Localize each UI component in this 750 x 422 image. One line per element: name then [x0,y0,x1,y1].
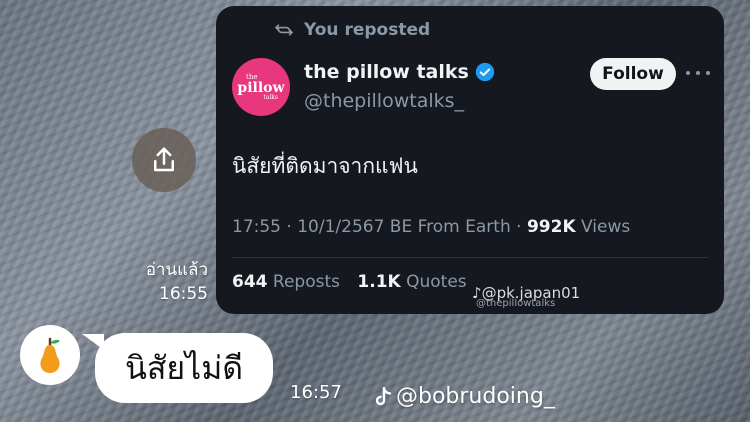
quotes-stat[interactable]: 1.1K Quotes [357,272,466,292]
message-time: 16:57 [290,382,342,403]
share-button[interactable] [132,128,196,192]
repost-label: You reposted [304,20,431,40]
post-stats: 644 Reposts 1.1K Quotes [232,272,467,292]
verified-badge-icon [475,62,495,82]
views-label: Views [581,217,631,237]
post-source: From Earth [417,217,511,237]
author-display-name[interactable]: the pillow talks [304,61,469,83]
read-status: อ่านแล้ว 16:55 [118,258,208,306]
follow-button[interactable]: Follow [590,58,676,90]
bottom-credit-text: @bobrudoing_ [396,384,555,409]
message-bubble[interactable]: นิสัยไม่ดี [95,333,273,403]
author-handle[interactable]: @thepillowtalks_ [304,90,464,112]
divider [232,257,708,258]
message-text: นิสัยไม่ดี [124,348,244,387]
author-name-row[interactable]: the pillow talks [304,61,495,83]
post-meta: 17:55 · 10/1/2567 BE From Earth · 992K V… [232,217,631,237]
reposts-count: 644 [232,272,268,292]
read-time: 16:55 [159,284,208,304]
sender-avatar[interactable] [20,325,80,385]
post-date: 10/1/2567 BE [297,217,413,237]
author-avatar[interactable]: the pillow talks [232,58,290,116]
bottom-watermark: @bobrudoing_ [374,384,555,409]
views-count: 992K [526,217,576,237]
avatar-text-line2: pillow [237,79,285,96]
quotes-label: Quotes [406,272,467,292]
avatar-text-line3: talks [263,93,278,101]
read-label: อ่านแล้ว [145,260,208,280]
post-time: 17:55 [232,217,281,237]
reposts-stat[interactable]: 644 Reposts [232,272,345,292]
shared-post-card[interactable]: You reposted the pillow talks the pillow… [216,6,724,314]
pear-icon [40,337,60,373]
share-icon [154,147,174,172]
card-watermark-small: @thepillowtalks [476,298,556,309]
repost-icon [275,24,293,36]
reposts-label: Reposts [272,272,340,292]
repost-indicator: You reposted [274,20,430,40]
tiktok-icon [375,386,392,405]
more-icon[interactable] [686,66,710,80]
quotes-count: 1.1K [357,272,401,292]
post-text: นิสัยที่ติดมาจากแฟน [232,154,418,178]
